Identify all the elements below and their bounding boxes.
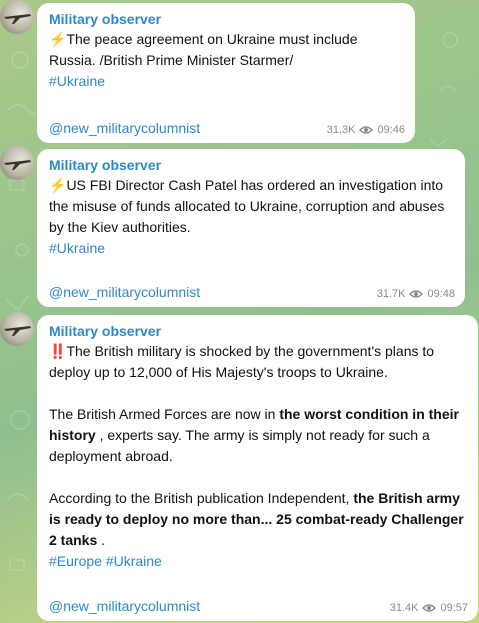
channel-link[interactable]: @new_militarycolumnist: [49, 597, 200, 615]
sender-name[interactable]: Military observer: [49, 10, 403, 29]
message-footer: @new_militarycolumnist 31.4K 09:57: [49, 598, 468, 616]
message-footer: @new_militarycolumnist 31.7K 09:48: [49, 284, 455, 302]
channel-link[interactable]: @new_militarycolumnist: [49, 119, 200, 137]
aircraft-icon: [4, 14, 31, 24]
timestamp: 09:57: [440, 602, 468, 614]
message-text: ‼️The British military is shocked by the…: [49, 343, 464, 569]
hashtag-link[interactable]: #Ukraine: [49, 240, 105, 256]
message-meta: 31.7K 09:48: [377, 287, 455, 301]
timestamp: 09:46: [377, 124, 405, 136]
message-meta: 31.4K 09:57: [390, 601, 468, 615]
double-exclamation-icon: ‼️: [49, 343, 67, 359]
eye-icon: [422, 604, 437, 612]
message-bubble[interactable]: Military observer ‼️The British military…: [37, 315, 478, 621]
channel-link[interactable]: @new_militarycolumnist: [49, 283, 200, 301]
lightning-icon: ⚡: [49, 177, 67, 193]
message-text: ⚡US FBI Director Cash Patel has ordered …: [49, 177, 445, 256]
message-bubble[interactable]: Military observer ⚡US FBI Director Cash …: [37, 149, 465, 307]
message-footer: @new_militarycolumnist 31.3K 09:46: [49, 120, 405, 138]
sender-name[interactable]: Military observer: [49, 322, 466, 341]
avatar[interactable]: [0, 0, 34, 34]
hashtag-link[interactable]: #Ukraine: [49, 73, 105, 89]
view-count: 31.4K: [389, 602, 419, 614]
timestamp: 09:48: [427, 288, 455, 300]
aircraft-icon: [4, 160, 31, 170]
eye-icon: [409, 290, 424, 298]
message-meta: 31.3K 09:46: [327, 123, 405, 137]
hashtag-link[interactable]: #Europe #Ukraine: [49, 553, 162, 569]
view-count: 31.7K: [376, 288, 406, 300]
eye-icon: [359, 126, 374, 134]
message-text: ⚡The peace agreement on Ukraine must inc…: [49, 31, 358, 89]
sender-name[interactable]: Military observer: [49, 156, 453, 175]
lightning-icon: ⚡: [49, 31, 67, 47]
avatar[interactable]: [0, 312, 34, 346]
message-bubble[interactable]: Military observer ⚡The peace agreement o…: [37, 3, 415, 143]
aircraft-icon: [4, 326, 31, 336]
view-count: 31.3K: [326, 124, 356, 136]
avatar[interactable]: [0, 146, 34, 180]
